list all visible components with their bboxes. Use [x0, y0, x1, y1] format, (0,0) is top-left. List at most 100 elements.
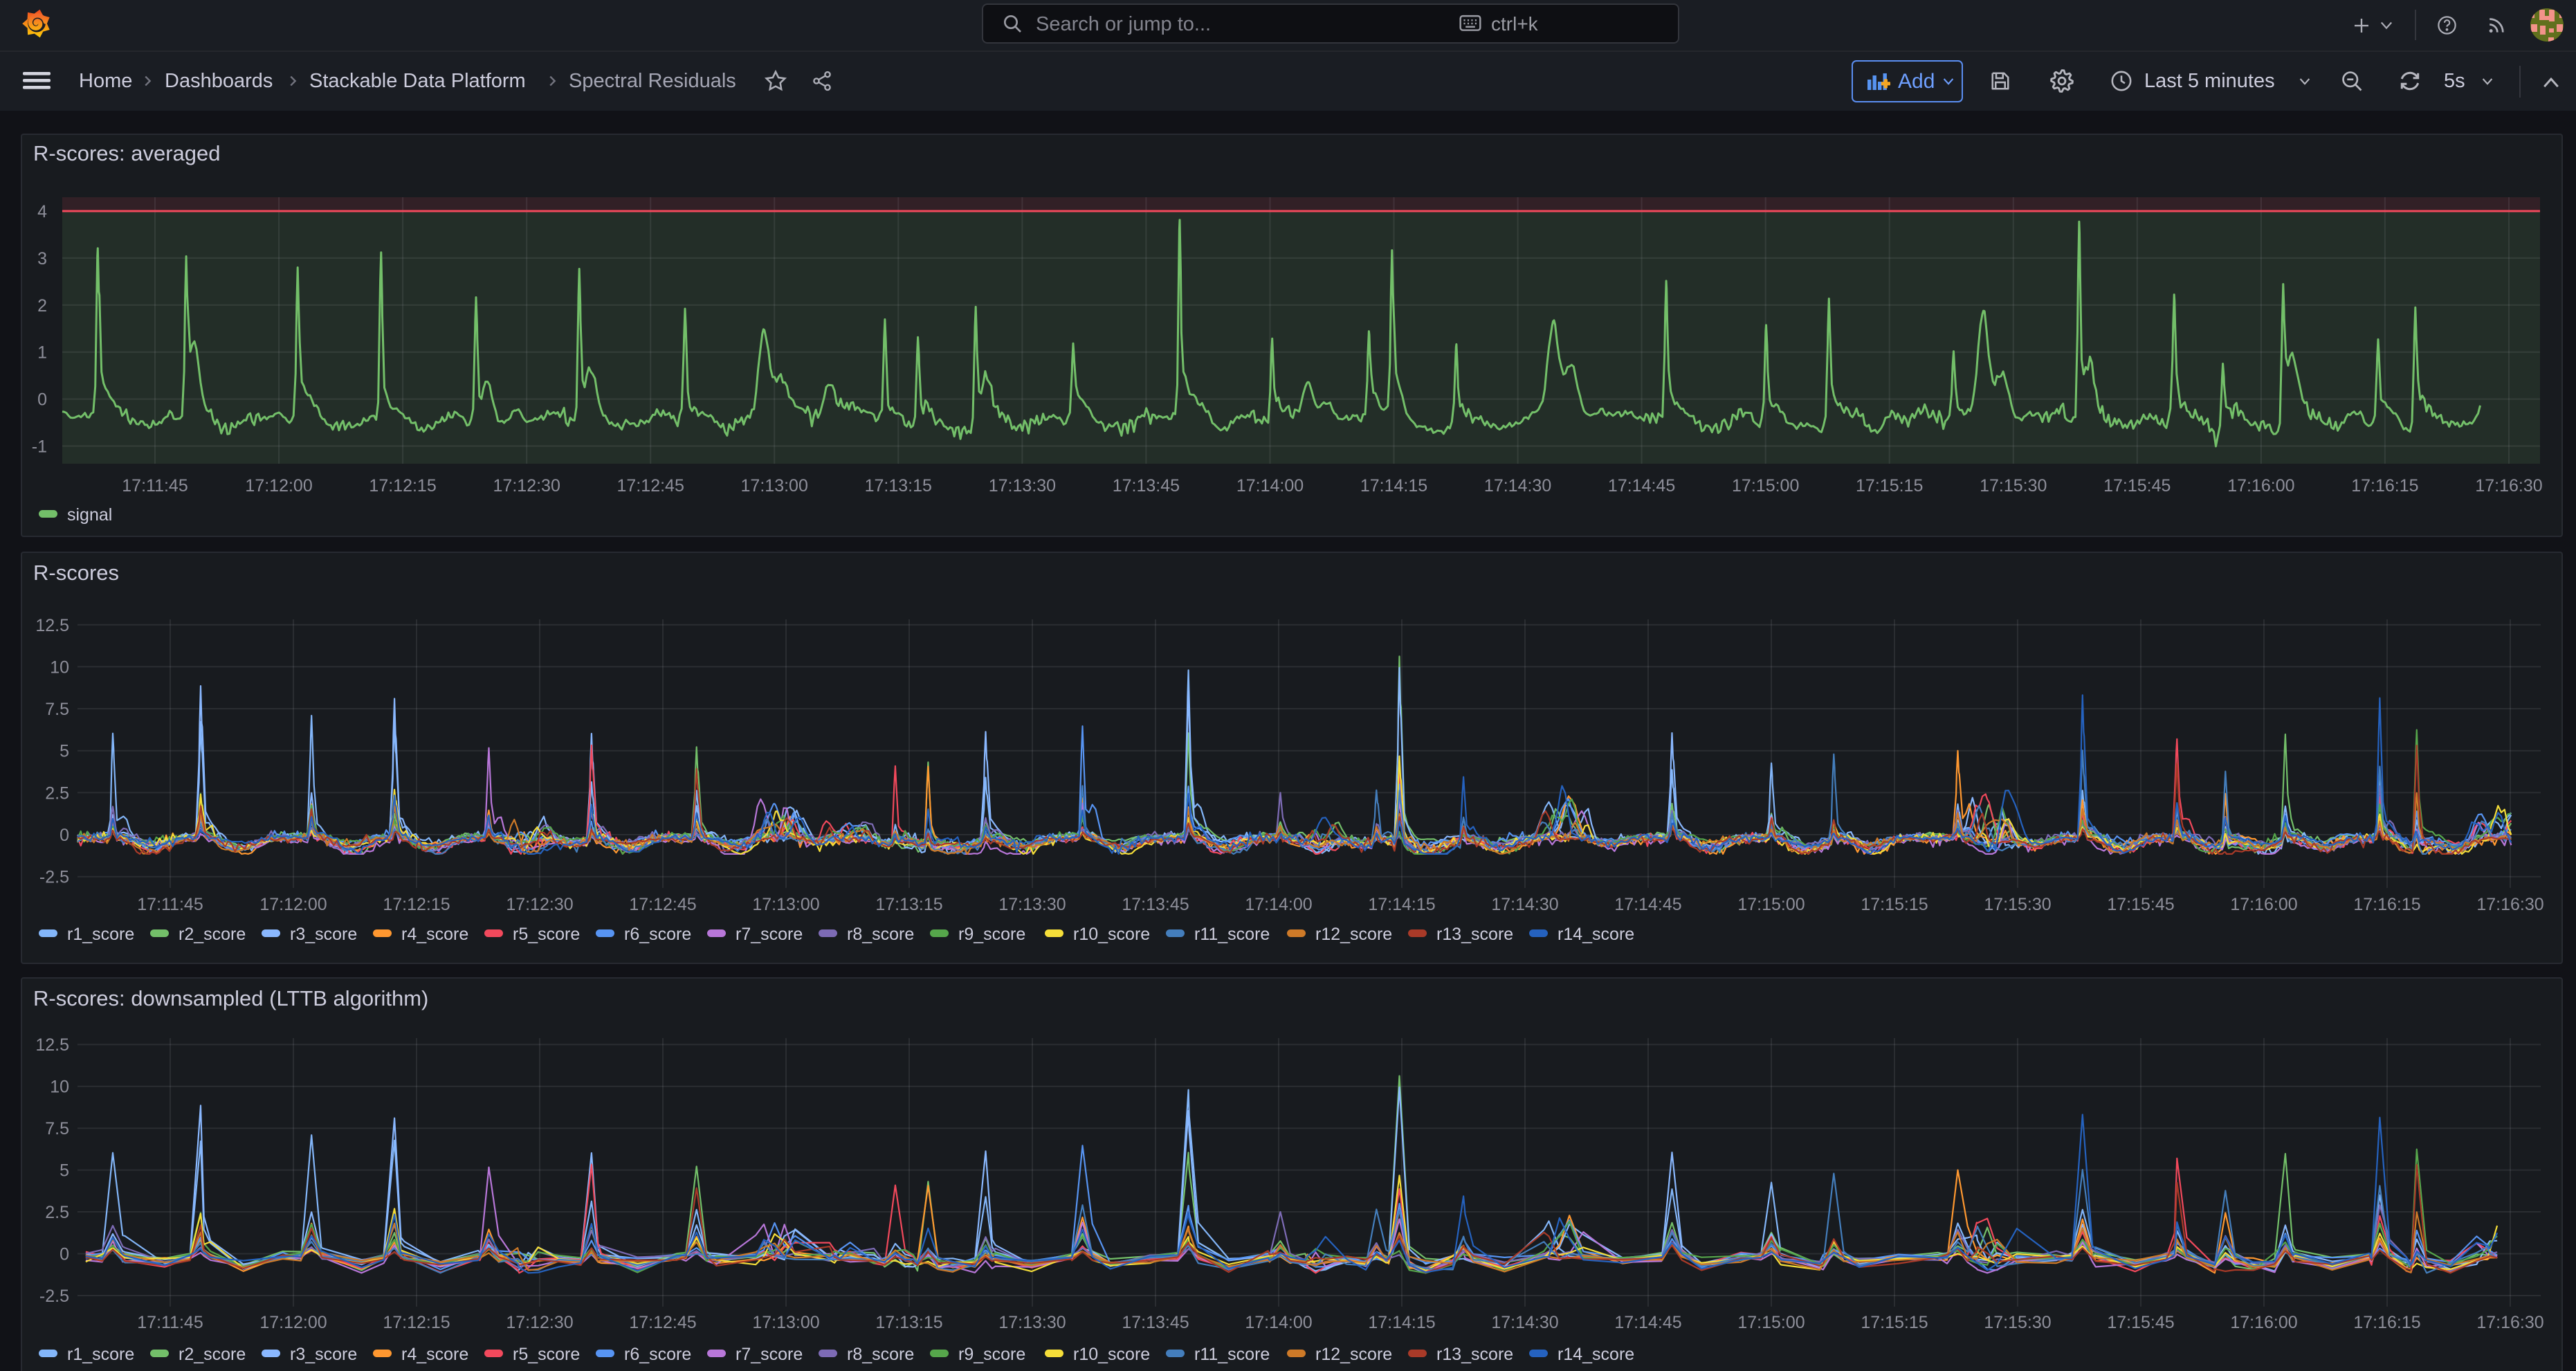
svg-text:17:12:00: 17:12:00 [259, 1313, 327, 1332]
svg-text:17:13:45: 17:13:45 [1122, 895, 1189, 914]
svg-text:17:14:45: 17:14:45 [1614, 895, 1681, 914]
svg-text:-2.5: -2.5 [39, 1287, 69, 1306]
svg-text:17:14:00: 17:14:00 [1245, 895, 1312, 914]
svg-text:r5_score: r5_score [513, 1345, 580, 1364]
svg-text:17:13:15: 17:13:15 [875, 1313, 942, 1332]
svg-text:r2_score: r2_score [179, 925, 246, 944]
svg-text:7.5: 7.5 [45, 700, 69, 719]
svg-text:17:14:45: 17:14:45 [1608, 476, 1675, 496]
svg-text:17:12:30: 17:12:30 [506, 1313, 573, 1332]
svg-text:1: 1 [37, 343, 47, 363]
svg-text:17:11:45: 17:11:45 [122, 476, 188, 496]
svg-text:r11_score: r11_score [1194, 1345, 1270, 1364]
svg-text:17:11:45: 17:11:45 [137, 1313, 203, 1332]
svg-text:r3_score: r3_score [290, 925, 357, 944]
svg-text:17:15:15: 17:15:15 [1861, 1313, 1928, 1332]
svg-text:R-scores: averaged: R-scores: averaged [33, 141, 221, 165]
svg-text:0: 0 [37, 390, 47, 410]
svg-text:r8_score: r8_score [847, 1345, 914, 1364]
svg-text:17:12:45: 17:12:45 [629, 895, 696, 914]
svg-text:r1_score: r1_score [67, 1345, 134, 1364]
svg-text:r13_score: r13_score [1436, 925, 1513, 944]
svg-text:5: 5 [60, 742, 69, 761]
svg-text:17:14:45: 17:14:45 [1614, 1313, 1681, 1332]
svg-text:-2.5: -2.5 [39, 868, 69, 887]
svg-text:signal: signal [67, 505, 112, 525]
svg-text:17:15:30: 17:15:30 [1984, 895, 2051, 914]
svg-text:7.5: 7.5 [45, 1119, 69, 1138]
svg-text:r12_score: r12_score [1315, 1345, 1392, 1364]
svg-text:r10_score: r10_score [1073, 1345, 1150, 1364]
svg-text:10: 10 [50, 1078, 69, 1097]
svg-text:r13_score: r13_score [1436, 1345, 1513, 1364]
svg-text:r2_score: r2_score [179, 1345, 246, 1364]
svg-text:r9_score: r9_score [958, 925, 1025, 944]
svg-text:17:15:00: 17:15:00 [1732, 476, 1799, 496]
svg-text:17:13:30: 17:13:30 [998, 895, 1066, 914]
svg-text:17:16:15: 17:16:15 [2353, 1313, 2420, 1332]
svg-text:17:12:15: 17:12:15 [383, 1313, 450, 1332]
svg-text:17:11:45: 17:11:45 [137, 895, 203, 914]
svg-text:r14_score: r14_score [1558, 1345, 1634, 1364]
svg-text:17:15:45: 17:15:45 [2107, 895, 2174, 914]
svg-text:17:14:15: 17:14:15 [1360, 476, 1427, 496]
svg-text:2.5: 2.5 [45, 783, 69, 803]
svg-text:r3_score: r3_score [290, 1345, 357, 1364]
svg-text:17:15:45: 17:15:45 [2107, 1313, 2174, 1332]
svg-text:17:16:30: 17:16:30 [2476, 1313, 2543, 1332]
svg-text:17:15:15: 17:15:15 [1856, 476, 1923, 496]
svg-text:r12_score: r12_score [1315, 925, 1392, 944]
svg-text:r14_score: r14_score [1558, 925, 1634, 944]
svg-text:17:13:15: 17:13:15 [875, 895, 942, 914]
svg-text:17:15:30: 17:15:30 [1984, 1313, 2051, 1332]
svg-text:17:14:00: 17:14:00 [1245, 1313, 1312, 1332]
svg-text:r8_score: r8_score [847, 925, 914, 944]
svg-text:17:12:45: 17:12:45 [629, 1313, 696, 1332]
svg-text:r10_score: r10_score [1073, 925, 1150, 944]
svg-text:17:13:30: 17:13:30 [989, 476, 1056, 496]
svg-text:17:14:15: 17:14:15 [1368, 895, 1435, 914]
svg-text:17:16:00: 17:16:00 [2230, 1313, 2297, 1332]
svg-text:r4_score: r4_score [401, 925, 468, 944]
svg-text:17:15:45: 17:15:45 [2103, 476, 2171, 496]
svg-text:17:14:15: 17:14:15 [1368, 1313, 1435, 1332]
svg-text:17:15:00: 17:15:00 [1737, 895, 1805, 914]
svg-text:17:16:15: 17:16:15 [2353, 895, 2420, 914]
svg-text:17:12:00: 17:12:00 [245, 476, 312, 496]
svg-text:R-scores: downsampled (LTTB al: R-scores: downsampled (LTTB algorithm) [33, 986, 428, 1010]
svg-text:12.5: 12.5 [35, 616, 69, 635]
svg-text:17:15:15: 17:15:15 [1861, 895, 1928, 914]
svg-text:17:12:30: 17:12:30 [506, 895, 573, 914]
svg-text:-1: -1 [32, 437, 47, 457]
svg-text:17:13:30: 17:13:30 [998, 1313, 1066, 1332]
svg-text:17:14:30: 17:14:30 [1491, 1313, 1558, 1332]
svg-text:17:12:15: 17:12:15 [383, 895, 450, 914]
svg-text:17:16:00: 17:16:00 [2230, 895, 2297, 914]
svg-text:5: 5 [60, 1161, 69, 1181]
svg-text:17:14:00: 17:14:00 [1236, 476, 1304, 496]
svg-text:17:12:45: 17:12:45 [617, 476, 684, 496]
svg-text:17:15:00: 17:15:00 [1737, 1313, 1805, 1332]
svg-text:r4_score: r4_score [401, 1345, 468, 1364]
svg-text:17:12:15: 17:12:15 [369, 476, 436, 496]
svg-text:17:14:30: 17:14:30 [1484, 476, 1551, 496]
svg-text:17:13:45: 17:13:45 [1122, 1313, 1189, 1332]
svg-text:17:16:00: 17:16:00 [2227, 476, 2294, 496]
svg-text:2: 2 [37, 296, 47, 316]
svg-text:12.5: 12.5 [35, 1035, 69, 1055]
svg-text:17:15:30: 17:15:30 [1980, 476, 2047, 496]
svg-text:3: 3 [37, 249, 47, 269]
svg-text:r11_score: r11_score [1194, 925, 1270, 944]
svg-text:17:13:00: 17:13:00 [752, 895, 819, 914]
svg-text:R-scores: R-scores [33, 561, 119, 585]
svg-text:17:16:30: 17:16:30 [2475, 476, 2542, 496]
svg-text:2.5: 2.5 [45, 1203, 69, 1222]
svg-text:17:13:15: 17:13:15 [865, 476, 932, 496]
svg-text:r6_score: r6_score [624, 1345, 691, 1364]
svg-text:17:13:45: 17:13:45 [1113, 476, 1180, 496]
svg-text:17:12:30: 17:12:30 [493, 476, 560, 496]
svg-text:10: 10 [50, 657, 69, 677]
svg-text:17:16:30: 17:16:30 [2476, 895, 2543, 914]
svg-text:r6_score: r6_score [624, 925, 691, 944]
svg-text:0: 0 [60, 826, 69, 845]
